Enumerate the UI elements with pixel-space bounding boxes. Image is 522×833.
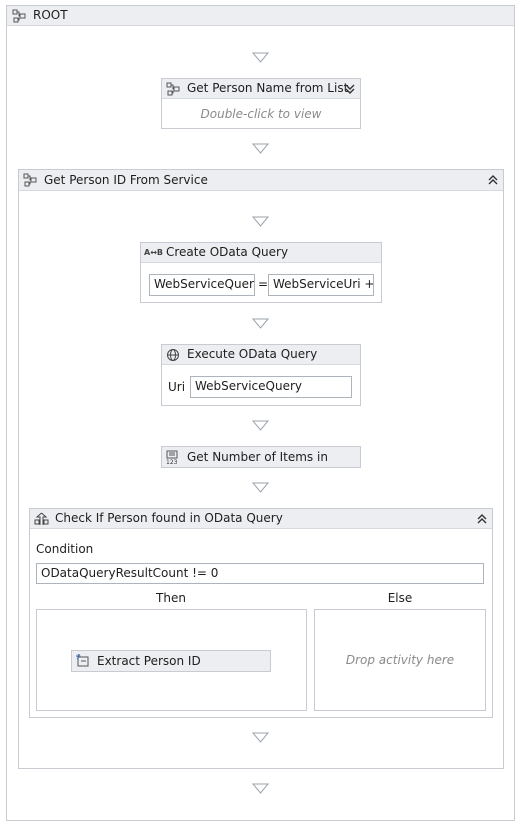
- drop-arrow[interactable]: [251, 732, 270, 743]
- assign-to-field[interactable]: WebServiceQuery: [149, 274, 255, 296]
- sequence-icon: [23, 173, 37, 190]
- drop-arrow[interactable]: [251, 482, 270, 493]
- root-title: ROOT: [33, 8, 68, 22]
- drop-arrow[interactable]: [251, 420, 270, 431]
- get-person-name-title: Get Person Name from List: [187, 81, 349, 95]
- get-person-name-activity[interactable]: Get Person Name from List Double-click t…: [161, 78, 361, 129]
- get-person-name-header[interactable]: Get Person Name from List: [162, 79, 360, 99]
- execute-odata-query-activity[interactable]: Execute OData Query Uri WebServiceQuery: [161, 344, 361, 406]
- uri-field[interactable]: WebServiceQuery: [190, 376, 352, 398]
- extract-icon: [75, 652, 90, 671]
- drop-arrow[interactable]: [251, 52, 270, 63]
- check-person-header[interactable]: Check If Person found in OData Query: [30, 509, 492, 529]
- drop-arrow[interactable]: [251, 216, 270, 227]
- get-number-of-items-activity[interactable]: 123 Get Number of Items in Qu: [161, 446, 361, 468]
- check-person-title: Check If Person found in OData Query: [55, 511, 283, 525]
- condition-label: Condition: [36, 542, 94, 556]
- check-person-if-activity[interactable]: Check If Person found in OData Query Con…: [29, 508, 493, 718]
- if-icon: [34, 512, 49, 529]
- create-odata-query-title: Create OData Query: [166, 245, 289, 259]
- drop-arrow[interactable]: [251, 143, 270, 154]
- double-click-hint: Double-click to view: [200, 107, 322, 121]
- create-odata-query-activity[interactable]: A↔B Create OData Query WebServiceQuery =…: [140, 242, 382, 303]
- get-person-id-header[interactable]: Get Person ID From Service: [19, 170, 503, 191]
- else-label: Else: [387, 591, 413, 605]
- collapse-icon[interactable]: [476, 513, 488, 528]
- globe-icon: [166, 348, 180, 365]
- drop-arrow[interactable]: [251, 783, 270, 794]
- root-header[interactable]: ROOT: [7, 6, 514, 26]
- else-branch[interactable]: Drop activity here: [314, 609, 486, 711]
- get-number-of-items-title: Get Number of Items in Qu: [187, 450, 329, 464]
- drop-activity-hint: Drop activity here: [345, 653, 455, 667]
- then-label: Then: [156, 591, 186, 605]
- svg-text:123: 123: [166, 459, 178, 465]
- drop-arrow[interactable]: [251, 318, 270, 329]
- count-icon: 123: [165, 450, 180, 468]
- sequence-icon: [166, 82, 180, 99]
- extract-person-id-activity[interactable]: Extract Person ID: [71, 650, 271, 672]
- sequence-icon: [12, 9, 26, 26]
- assign-value-field[interactable]: WebServiceUri + "/I: [268, 274, 374, 296]
- equals-sign: =: [258, 277, 269, 291]
- expand-icon[interactable]: [344, 83, 356, 98]
- then-branch[interactable]: Extract Person ID: [36, 609, 307, 711]
- extract-person-id-title: Extract Person ID: [97, 654, 201, 668]
- create-odata-query-header[interactable]: A↔B Create OData Query: [141, 243, 381, 263]
- get-person-id-title: Get Person ID From Service: [44, 173, 208, 187]
- uri-label: Uri: [168, 380, 186, 394]
- execute-odata-query-header[interactable]: Execute OData Query: [162, 345, 360, 365]
- execute-odata-query-title: Execute OData Query: [187, 347, 318, 361]
- condition-field[interactable]: ODataQueryResultCount != 0: [36, 563, 484, 584]
- assign-icon: A↔B: [144, 248, 163, 257]
- collapse-icon[interactable]: [487, 174, 499, 189]
